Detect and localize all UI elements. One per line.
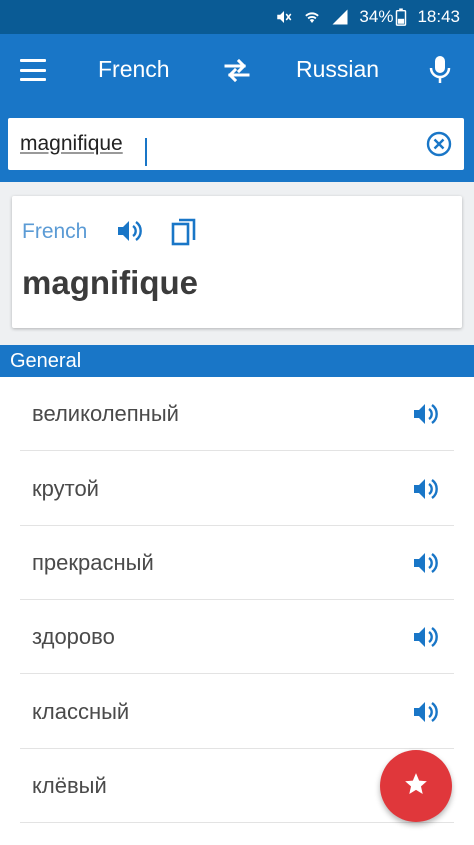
- menu-icon-bar: [20, 68, 46, 72]
- speaker-icon[interactable]: [412, 699, 440, 730]
- menu-button[interactable]: [20, 59, 46, 81]
- text-cursor: [145, 138, 147, 166]
- search-input[interactable]: [20, 130, 410, 158]
- speaker-icon[interactable]: [412, 550, 440, 581]
- clear-search-icon[interactable]: [426, 131, 452, 162]
- translation-word: клёвый: [32, 773, 107, 798]
- card-language-label: French: [22, 220, 88, 243]
- speaker-icon[interactable]: [412, 401, 440, 432]
- battery-level: 34%: [359, 7, 394, 26]
- search-bar-container: [0, 108, 474, 182]
- clock: 18:43: [417, 7, 460, 26]
- translation-row[interactable]: прекрасный: [20, 526, 454, 600]
- microphone-icon[interactable]: [428, 54, 452, 91]
- speaker-icon[interactable]: [412, 624, 440, 655]
- translation-word: прекрасный: [32, 550, 154, 575]
- mute-icon: [275, 8, 293, 26]
- translation-word: великолепный: [32, 401, 179, 426]
- source-word-card: French magnifique: [12, 196, 462, 328]
- translation-word: крутой: [32, 476, 99, 501]
- menu-icon-bar: [20, 59, 46, 62]
- menu-icon-bar: [20, 78, 46, 81]
- favorite-fab-button[interactable]: [380, 750, 452, 822]
- source-language-button[interactable]: French: [98, 56, 170, 83]
- speaker-icon[interactable]: [116, 218, 144, 249]
- signal-icon: [331, 8, 349, 26]
- translation-word: классный: [32, 699, 130, 724]
- translation-row[interactable]: здорово: [20, 600, 454, 674]
- translation-row[interactable]: крутой: [20, 452, 454, 526]
- swap-languages-icon[interactable]: [222, 56, 252, 89]
- wifi-icon: [303, 8, 321, 26]
- translation-row[interactable]: классный: [20, 675, 454, 749]
- copy-icon[interactable]: [170, 216, 198, 253]
- star-icon: [403, 771, 429, 802]
- speaker-icon[interactable]: [412, 476, 440, 507]
- target-language-button[interactable]: Russian: [296, 56, 379, 83]
- app-bar: French Russian: [0, 34, 474, 108]
- translation-row[interactable]: великолепный: [20, 377, 454, 451]
- status-bar: 34% 18:43: [0, 0, 474, 34]
- source-word: magnifique: [22, 264, 199, 301]
- search-box: [8, 118, 464, 170]
- battery-icon: [395, 8, 407, 26]
- section-header: General: [0, 345, 474, 377]
- translation-word: здорово: [32, 624, 115, 649]
